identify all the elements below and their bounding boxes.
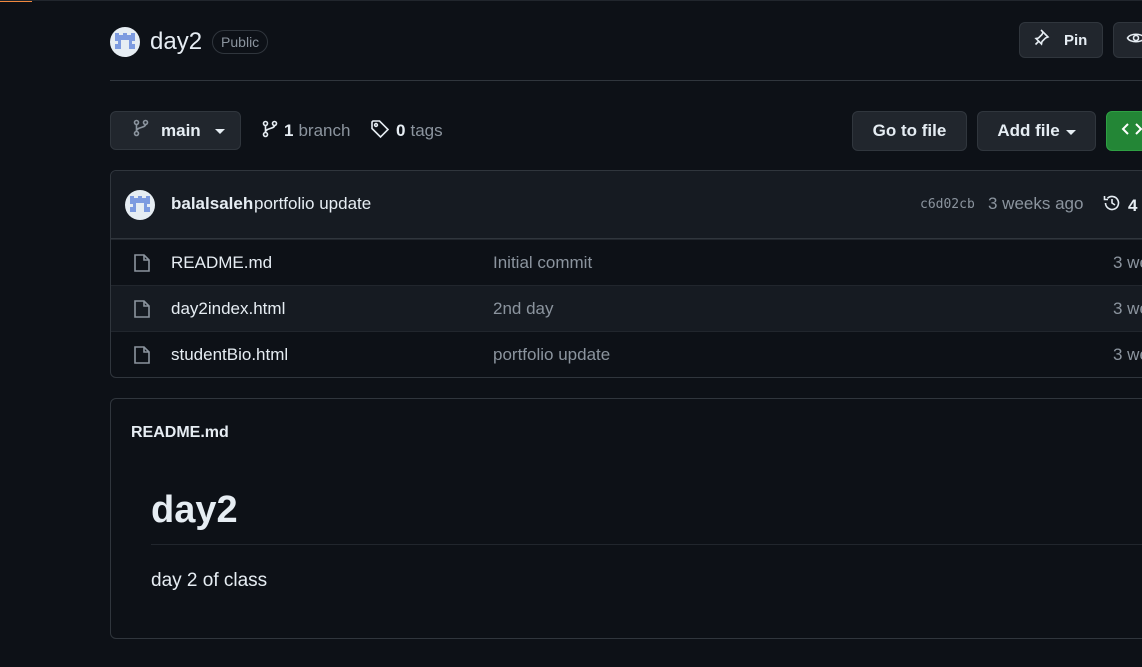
commit-history-link[interactable]: 4 bbox=[1102, 193, 1137, 218]
file-commit-link[interactable]: portfolio update bbox=[493, 345, 610, 365]
file-browser: balalsaleh portfolio update c6d02cb 3 we… bbox=[110, 170, 1142, 378]
file-icon bbox=[133, 345, 151, 370]
add-file-button[interactable]: Add file bbox=[977, 111, 1096, 151]
file-age: 3 weeks ago bbox=[1113, 253, 1142, 272]
tag-icon bbox=[370, 119, 390, 144]
add-file-label: Add file bbox=[997, 121, 1060, 140]
chevron-down-icon bbox=[214, 129, 225, 134]
commit-count: 4 bbox=[1128, 195, 1138, 215]
readme-filename[interactable]: README.md bbox=[131, 424, 229, 442]
file-name-link[interactable]: studentBio.html bbox=[171, 345, 288, 365]
go-to-file-button[interactable]: Go to file bbox=[852, 111, 967, 151]
branch-select-button[interactable]: main bbox=[110, 111, 241, 150]
repo-header: day2 Public bbox=[110, 22, 269, 62]
readme-header: README.md bbox=[111, 399, 1142, 467]
file-commit-link[interactable]: 2nd day bbox=[493, 299, 554, 319]
branches-link[interactable]: 1 branch bbox=[262, 119, 350, 143]
commit-message-link[interactable]: portfolio update bbox=[254, 194, 371, 214]
file-row[interactable]: day2index.html 2nd day 3 weeks ago bbox=[111, 285, 1142, 331]
top-border bbox=[0, 0, 1142, 1]
branch-name: main bbox=[161, 120, 201, 140]
file-row[interactable]: README.md Initial commit 3 weeks ago bbox=[111, 239, 1142, 285]
visibility-badge: Public bbox=[212, 30, 269, 54]
tags-link[interactable]: 0 tags bbox=[370, 119, 443, 143]
eye-icon bbox=[1126, 28, 1142, 52]
commit-sha-link[interactable]: c6d02cb bbox=[920, 197, 975, 212]
commit-author-avatar-icon[interactable] bbox=[125, 190, 155, 220]
readme-content: day2 day 2 of class bbox=[151, 489, 1142, 592]
tag-count: 0 bbox=[396, 121, 406, 140]
commit-author-link[interactable]: balalsaleh bbox=[171, 194, 253, 214]
branch-icon bbox=[133, 119, 149, 142]
branch-count-label: branch bbox=[298, 121, 351, 140]
code-button[interactable] bbox=[1106, 111, 1142, 151]
watch-button[interactable] bbox=[1113, 22, 1142, 58]
owner-avatar-icon[interactable] bbox=[110, 27, 140, 57]
chevron-down-icon bbox=[1065, 129, 1076, 135]
readme-heading: day2 bbox=[151, 489, 1142, 545]
file-name-link[interactable]: README.md bbox=[171, 253, 272, 273]
tag-count-label: tags bbox=[410, 121, 443, 140]
file-icon bbox=[133, 253, 151, 278]
latest-commit-bar: balalsaleh portfolio update c6d02cb 3 we… bbox=[111, 171, 1142, 239]
branch-icon bbox=[262, 120, 278, 143]
file-commit-link[interactable]: Initial commit bbox=[493, 253, 592, 273]
readme-panel: README.md day2 day 2 of class bbox=[110, 398, 1142, 639]
pin-icon bbox=[1034, 28, 1054, 52]
file-row[interactable]: studentBio.html portfolio update 3 weeks… bbox=[111, 331, 1142, 377]
history-icon bbox=[1102, 193, 1122, 218]
file-icon bbox=[133, 299, 151, 324]
commit-time: 3 weeks ago bbox=[988, 194, 1084, 213]
branch-count: 1 bbox=[284, 121, 294, 140]
code-icon bbox=[1121, 121, 1142, 142]
header-divider bbox=[110, 80, 1142, 81]
repo-name-link[interactable]: day2 bbox=[150, 28, 202, 56]
pin-label: Pin bbox=[1064, 31, 1088, 49]
readme-body: day 2 of class bbox=[151, 570, 268, 591]
file-age: 3 weeks ago bbox=[1113, 345, 1142, 364]
pin-button[interactable]: Pin bbox=[1019, 22, 1103, 58]
file-age: 3 weeks ago bbox=[1113, 299, 1142, 318]
file-name-link[interactable]: day2index.html bbox=[171, 299, 285, 319]
